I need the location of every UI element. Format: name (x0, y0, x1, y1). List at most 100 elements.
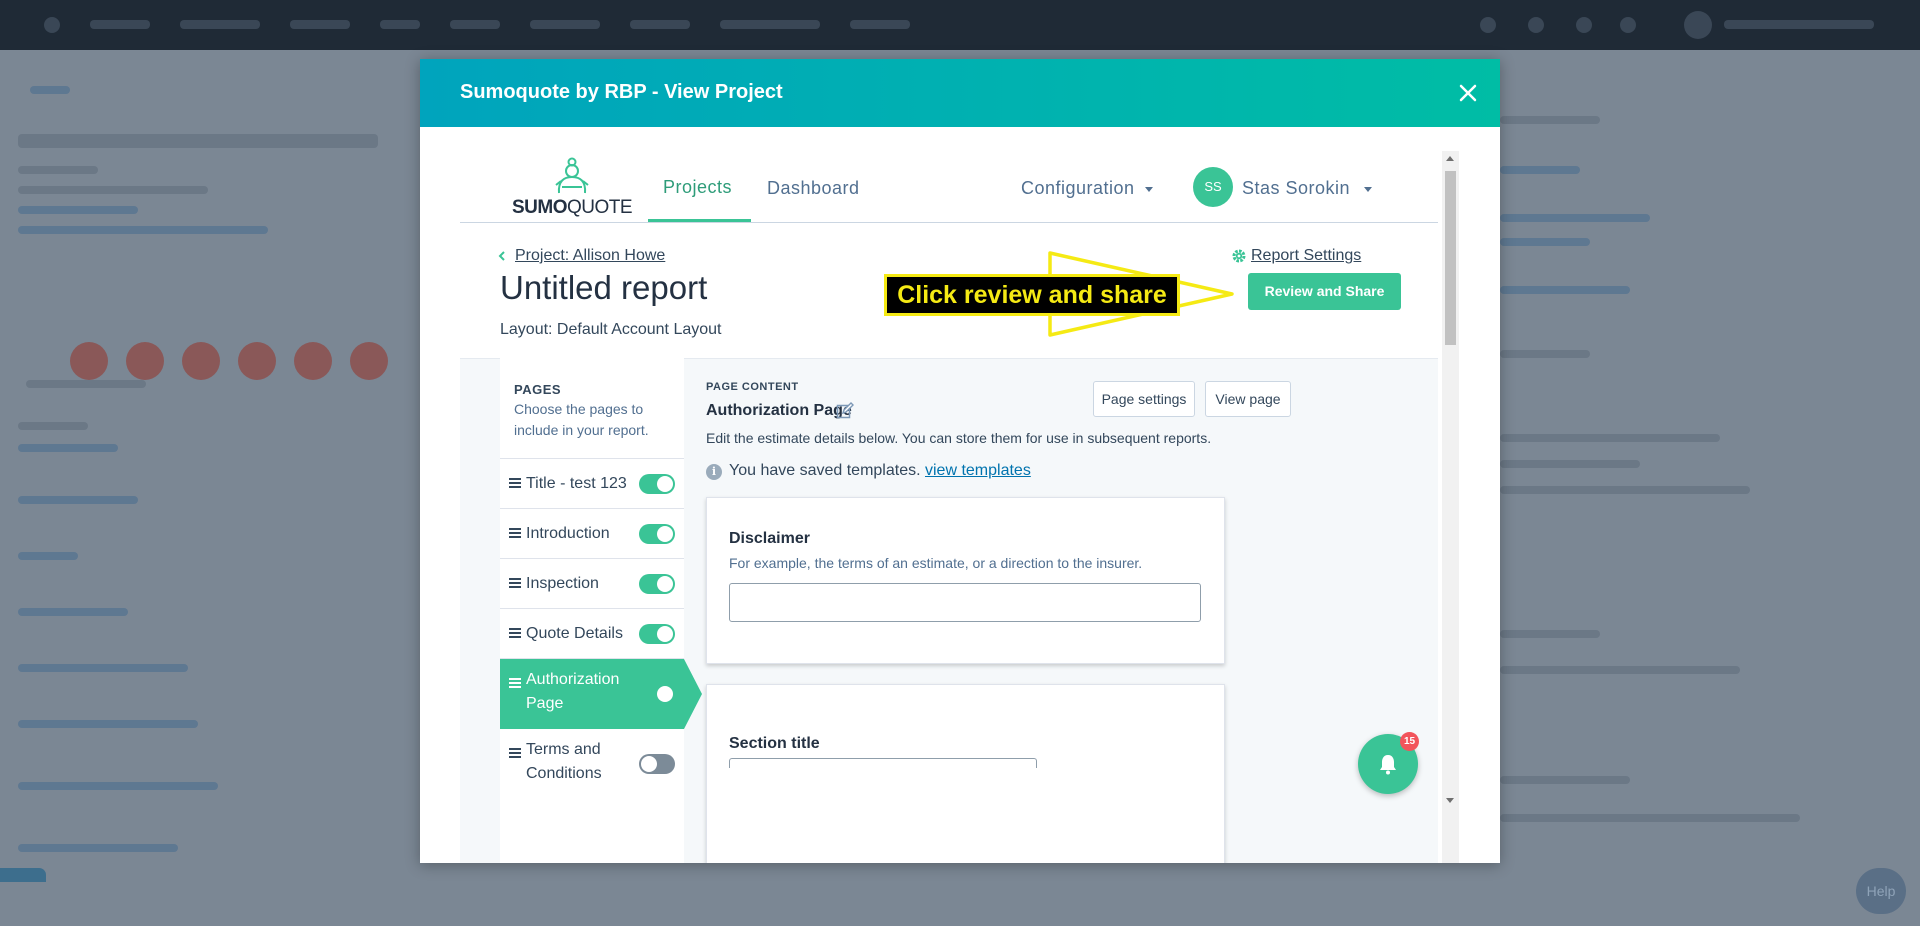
page-item-title[interactable]: Title - test 123 (500, 459, 684, 509)
background-nav-item (450, 20, 500, 29)
logo-quote-text: QUOTE (567, 197, 633, 218)
page-content-panel: PAGE CONTENT Authorization Page Edit the… (682, 358, 1438, 863)
chevron-down-icon (1364, 186, 1373, 192)
page-toggle[interactable] (639, 524, 675, 544)
view-templates-link[interactable]: view templates (925, 462, 1031, 479)
section-title-input[interactable] (729, 758, 1037, 768)
user-menu[interactable]: Stas Sorokin (1242, 178, 1373, 199)
page-item-label: Authorization Page (526, 671, 620, 712)
drag-handle-icon[interactable] (509, 628, 521, 638)
gear-icon[interactable] (1231, 248, 1247, 264)
back-to-project-link[interactable]: Project: Allison Howe (515, 247, 665, 265)
background-line (1500, 666, 1740, 674)
background-line (1500, 776, 1630, 784)
configuration-menu[interactable]: Configuration (1021, 178, 1153, 199)
background-bell-icon (1620, 17, 1636, 33)
toggle-knob (657, 526, 673, 542)
page-toggle[interactable] (639, 684, 675, 704)
background-action-icon (182, 342, 220, 380)
modal-title: Sumoquote by RBP - View Project (460, 81, 783, 103)
background-line (18, 664, 188, 672)
drag-handle-icon[interactable] (509, 578, 521, 588)
page-content-title: Authorization Page (706, 402, 852, 419)
toggle-knob (641, 756, 657, 772)
background-nav-item (380, 20, 420, 29)
tab-dashboard[interactable]: Dashboard (767, 178, 860, 199)
page-toggle[interactable] (639, 474, 675, 494)
toggle-knob (657, 476, 673, 492)
chevron-left-icon[interactable] (498, 251, 506, 261)
background-line (18, 226, 268, 234)
notification-count-badge: 15 (1400, 732, 1419, 751)
background-line (18, 844, 178, 852)
disclaimer-card: Disclaimer For example, the terms of an … (706, 497, 1225, 664)
background-nav-item (90, 20, 150, 29)
page-toggle[interactable] (639, 754, 675, 774)
configuration-label: Configuration (1021, 178, 1135, 198)
drag-handle-icon[interactable] (509, 748, 521, 758)
background-line (18, 444, 118, 452)
background-avatar (1684, 11, 1712, 39)
background-line (1500, 166, 1580, 174)
disclaimer-title: Disclaimer (729, 530, 810, 547)
sumo-wrestler-icon (555, 157, 589, 194)
embedded-app-frame: SUMOQUOTE Projects Dashboard Configurati… (460, 151, 1460, 863)
page-content-label: PAGE CONTENT (706, 381, 799, 393)
page-item-terms[interactable]: Terms and Conditions (500, 729, 684, 799)
page-toggle[interactable] (639, 624, 675, 644)
bell-icon (1380, 755, 1396, 775)
avatar[interactable]: SS (1193, 167, 1233, 207)
page-toggle[interactable] (639, 574, 675, 594)
background-action-icon (70, 342, 108, 380)
notifications-button[interactable]: 15 (1358, 732, 1419, 794)
view-page-button[interactable]: View page (1205, 381, 1291, 417)
scroll-thumb[interactable] (1445, 171, 1456, 345)
page-item-introduction[interactable]: Introduction (500, 509, 684, 559)
background-line (1500, 486, 1750, 494)
page-item-quote-details[interactable]: Quote Details (500, 609, 684, 659)
background-settings-icon (1576, 17, 1592, 33)
background-line (18, 186, 208, 194)
toggle-knob (657, 686, 673, 702)
page-item-authorization[interactable]: Authorization Page (500, 659, 702, 729)
background-action-icon (238, 342, 276, 380)
saved-templates-notice: You have saved templates. view templates (729, 462, 1031, 480)
help-button[interactable]: Help (1856, 868, 1906, 914)
report-title: Untitled report (500, 269, 708, 306)
sumoquote-logo[interactable]: SUMOQUOTE (512, 157, 633, 218)
report-settings-link[interactable]: Report Settings (1251, 247, 1361, 265)
tab-projects[interactable]: Projects (663, 177, 732, 198)
background-line (1500, 214, 1650, 222)
page-list: Title - test 123 Introduction Inspection… (500, 458, 702, 799)
page-settings-button[interactable]: Page settings (1093, 381, 1195, 417)
background-line (1500, 434, 1720, 442)
report-layout: Layout: Default Account Layout (500, 321, 722, 338)
page-item-label: Title - test 123 (526, 475, 627, 492)
background-line (1500, 116, 1600, 124)
drag-handle-icon[interactable] (509, 478, 521, 488)
page-item-label: Terms and Conditions (526, 741, 602, 782)
background-account-name (1724, 20, 1874, 29)
background-line (18, 496, 138, 504)
scroll-up-arrow-icon[interactable] (1446, 156, 1454, 161)
close-icon[interactable] (1456, 81, 1480, 105)
review-and-share-button[interactable]: Review and Share (1248, 273, 1401, 310)
drag-handle-icon[interactable] (509, 528, 521, 538)
drag-handle-icon[interactable] (509, 678, 521, 688)
background-line (1500, 630, 1600, 638)
pages-description: Choose the pages to include in your repo… (514, 401, 649, 438)
background-back-link (30, 86, 70, 94)
background-action-icon (294, 342, 332, 380)
disclaimer-input[interactable] (729, 583, 1201, 622)
background-nav-item (290, 20, 350, 29)
page-item-inspection[interactable]: Inspection (500, 559, 684, 609)
scroll-down-arrow-icon[interactable] (1446, 798, 1454, 803)
edit-icon[interactable] (836, 402, 854, 420)
background-nav-item (850, 20, 910, 29)
view-project-modal: Sumoquote by RBP - View Project SUMOQUOT… (420, 59, 1500, 863)
background-nav-item (180, 20, 260, 29)
app-nav: SUMOQUOTE Projects Dashboard Configurati… (460, 151, 1438, 223)
background-line (1500, 350, 1590, 358)
user-name: Stas Sorokin (1242, 178, 1351, 198)
scrollbar[interactable] (1442, 151, 1459, 863)
